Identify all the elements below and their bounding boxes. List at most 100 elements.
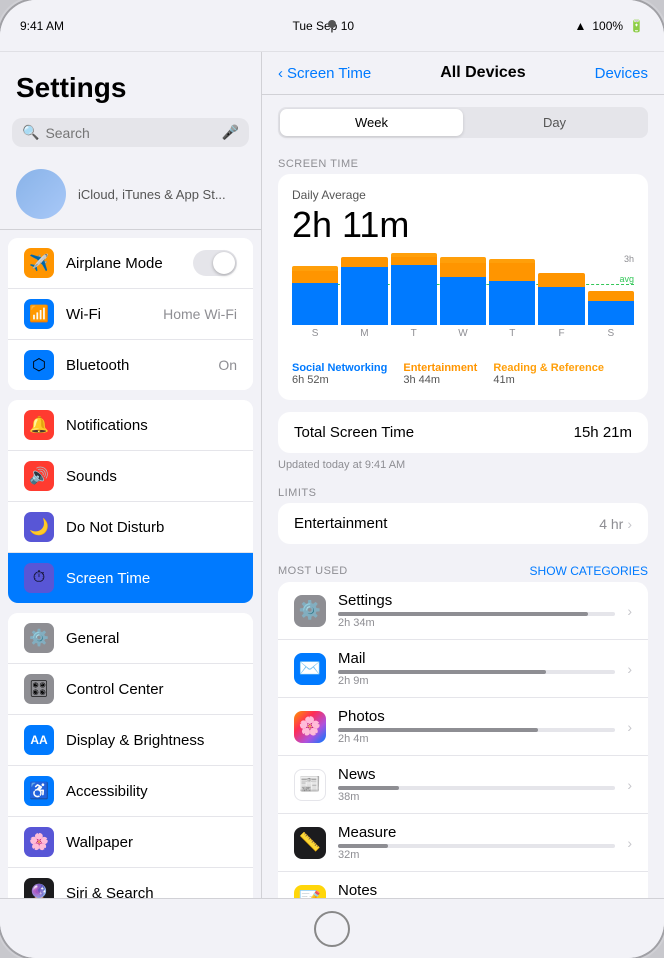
- app-row-settings[interactable]: ⚙️ Settings 2h 34m ›: [278, 582, 648, 640]
- wallpaper-icon: 🌸: [24, 827, 54, 857]
- limits-label: Entertainment: [294, 515, 387, 532]
- screentime-label: Screen Time: [66, 570, 237, 587]
- airplane-toggle[interactable]: [193, 250, 237, 276]
- limits-value: 4 hr: [599, 516, 623, 532]
- sidebar-item-notifications[interactable]: 🔔 Notifications: [8, 400, 253, 451]
- measure-app-chevron: ›: [627, 835, 632, 851]
- wifi-settings-icon: 📶: [24, 299, 54, 329]
- bar-col-sat: S: [588, 254, 634, 339]
- sidebar-item-controlcenter[interactable]: 🎛 Control Center: [8, 664, 253, 715]
- settings-app-name: Settings: [338, 592, 615, 609]
- controlcenter-icon: 🎛: [24, 674, 54, 704]
- bar-col-wed: W: [440, 254, 486, 339]
- news-app-time: 38m: [338, 791, 615, 803]
- wifi-icon: ▲: [574, 19, 586, 33]
- legend-reading: Reading & Reference 41m: [493, 362, 604, 386]
- sidebar-item-sirisearch[interactable]: 🔮 Siri & Search: [8, 868, 253, 898]
- app-row-notes[interactable]: 📝 Notes 13m ›: [278, 872, 648, 898]
- sidebar-item-general[interactable]: ⚙️ General: [8, 613, 253, 664]
- sounds-icon: 🔊: [24, 461, 54, 491]
- settings-group-general: ⚙️ General 🎛 Control Center AA Display &…: [8, 613, 253, 898]
- limits-right: 4 hr ›: [599, 516, 632, 532]
- photos-app-name: Photos: [338, 708, 615, 725]
- sidebar-item-accessibility[interactable]: ♿ Accessibility: [8, 766, 253, 817]
- sidebar-item-displaybrightness[interactable]: AA Display & Brightness: [8, 715, 253, 766]
- total-label: Total Screen Time: [294, 424, 414, 441]
- sidebar-item-wallpaper[interactable]: 🌸 Wallpaper: [8, 817, 253, 868]
- sounds-label: Sounds: [66, 468, 237, 485]
- sidebar: Settings 🔍 🎤 iCloud, iTunes & App St... …: [0, 52, 262, 898]
- battery-level: 100%: [592, 19, 623, 33]
- right-header: ‹ Screen Time All Devices Devices: [262, 52, 664, 95]
- airplane-icon: ✈️: [24, 248, 54, 278]
- section-limits-label: LIMITS: [262, 479, 664, 503]
- bluetooth-icon: ⬡: [24, 350, 54, 380]
- page-title: All Devices: [440, 64, 525, 82]
- siri-label: Siri & Search: [66, 885, 237, 899]
- photos-app-icon: 🌸: [294, 711, 326, 743]
- app-row-mail[interactable]: ✉️ Mail 2h 9m ›: [278, 640, 648, 698]
- sidebar-item-sounds[interactable]: 🔊 Sounds: [8, 451, 253, 502]
- bluetooth-label: Bluetooth: [66, 357, 206, 374]
- status-right: ▲ 100% 🔋: [574, 19, 644, 33]
- sidebar-item-donotdisturb[interactable]: 🌙 Do Not Disturb: [8, 502, 253, 553]
- app-row-measure[interactable]: 📏 Measure 32m ›: [278, 814, 648, 872]
- screentime-icon: ⏱: [24, 563, 54, 593]
- status-time: 9:41 AM: [20, 19, 64, 33]
- settings-group-connectivity: ✈️ Airplane Mode 📶 Wi-Fi Home Wi-Fi ⬡ Bl…: [8, 238, 253, 390]
- mail-app-name: Mail: [338, 650, 615, 667]
- most-used-header: MOST USED SHOW CATEGORIES: [262, 556, 664, 582]
- devices-button[interactable]: Devices: [595, 65, 648, 82]
- apps-list: ⚙️ Settings 2h 34m › ✉️ Mail 2h 9m: [278, 582, 648, 898]
- legend-entertainment: Entertainment 3h 44m: [403, 362, 477, 386]
- app-row-news[interactable]: 📰 News 38m ›: [278, 756, 648, 814]
- profile-row[interactable]: iCloud, iTunes & App St...: [0, 159, 261, 230]
- chart-legend: Social Networking 6h 52m Entertainment 3…: [292, 362, 634, 386]
- legend-social: Social Networking 6h 52m: [292, 362, 387, 386]
- mail-app-chevron: ›: [627, 661, 632, 677]
- airplane-label: Airplane Mode: [66, 255, 181, 272]
- wallpaper-label: Wallpaper: [66, 834, 237, 851]
- measure-app-name: Measure: [338, 824, 615, 841]
- limits-row[interactable]: Entertainment 4 hr ›: [278, 503, 648, 544]
- sidebar-item-wifi[interactable]: 📶 Wi-Fi Home Wi-Fi: [8, 289, 253, 340]
- bar-col-fri: F: [538, 254, 584, 339]
- section-screen-time-label: SCREEN TIME: [262, 150, 664, 174]
- settings-app-time: 2h 34m: [338, 617, 615, 629]
- bottom-bar: [0, 898, 664, 958]
- general-icon: ⚙️: [24, 623, 54, 653]
- photos-app-chevron: ›: [627, 719, 632, 735]
- search-icon: 🔍: [22, 124, 39, 141]
- search-bar[interactable]: 🔍 🎤: [12, 118, 249, 147]
- show-categories-button[interactable]: SHOW CATEGORIES: [530, 564, 648, 578]
- bar-col-mon: M: [341, 254, 387, 339]
- home-button[interactable]: [314, 911, 350, 947]
- settings-app-info: Settings 2h 34m: [338, 592, 615, 629]
- back-button[interactable]: ‹ Screen Time: [278, 65, 371, 82]
- news-app-icon: 📰: [294, 769, 326, 801]
- tab-week[interactable]: Week: [280, 109, 463, 136]
- bluetooth-value: On: [218, 357, 237, 373]
- profile-text: iCloud, iTunes & App St...: [78, 187, 226, 202]
- limits-chevron-icon: ›: [627, 516, 632, 532]
- mail-app-time: 2h 9m: [338, 675, 615, 687]
- tab-day[interactable]: Day: [463, 109, 646, 136]
- mail-app-info: Mail 2h 9m: [338, 650, 615, 687]
- app-row-photos[interactable]: 🌸 Photos 2h 4m ›: [278, 698, 648, 756]
- settings-app-icon: ⚙️: [294, 595, 326, 627]
- sidebar-item-screentime[interactable]: ⏱ Screen Time: [8, 553, 253, 603]
- bar-col-tue: T: [391, 254, 437, 339]
- daily-avg-value: 2h 11m: [292, 204, 634, 246]
- wifi-value: Home Wi-Fi: [163, 306, 237, 322]
- mic-icon[interactable]: 🎤: [222, 124, 239, 141]
- updated-text: Updated today at 9:41 AM: [262, 457, 664, 479]
- measure-app-icon: 📏: [294, 827, 326, 859]
- photos-app-info: Photos 2h 4m: [338, 708, 615, 745]
- measure-app-info: Measure 32m: [338, 824, 615, 861]
- display-label: Display & Brightness: [66, 732, 237, 749]
- chevron-left-icon: ‹: [278, 65, 283, 82]
- sidebar-item-bluetooth[interactable]: ⬡ Bluetooth On: [8, 340, 253, 390]
- search-input[interactable]: [45, 125, 215, 141]
- sidebar-item-airplane[interactable]: ✈️ Airplane Mode: [8, 238, 253, 289]
- total-value: 15h 21m: [574, 424, 632, 441]
